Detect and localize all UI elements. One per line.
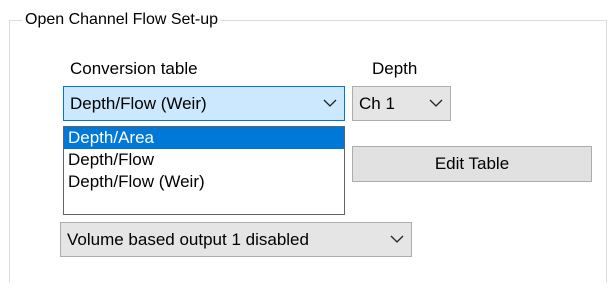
volume-output-select[interactable]: Volume based output 1 disabled [60,222,412,257]
dropdown-option-depth-flow-weir[interactable]: Depth/Flow (Weir) [64,171,344,193]
depth-label: Depth [372,59,418,78]
dropdown-option-depth-flow[interactable]: Depth/Flow [64,149,344,171]
depth-channel-select[interactable]: Ch 1 [352,86,451,121]
conversion-table-select[interactable]: Depth/Flow (Weir) [63,86,345,121]
dropdown-option-depth-area[interactable]: Depth/Area [64,127,344,149]
conversion-table-label: Conversion table [70,59,198,78]
conversion-table-value: Depth/Flow (Weir) [70,93,207,113]
depth-channel-value: Ch 1 [359,93,395,113]
volume-output-value: Volume based output 1 disabled [67,229,309,249]
edit-table-button[interactable]: Edit Table [352,146,592,182]
chevron-down-icon[interactable] [383,235,411,244]
groupbox-title: Open Channel Flow Set-up [22,11,221,29]
conversion-table-dropdown-list: Depth/Area Depth/Flow Depth/Flow (Weir) [63,126,345,215]
chevron-down-icon[interactable] [316,99,344,108]
chevron-down-icon[interactable] [422,99,450,108]
